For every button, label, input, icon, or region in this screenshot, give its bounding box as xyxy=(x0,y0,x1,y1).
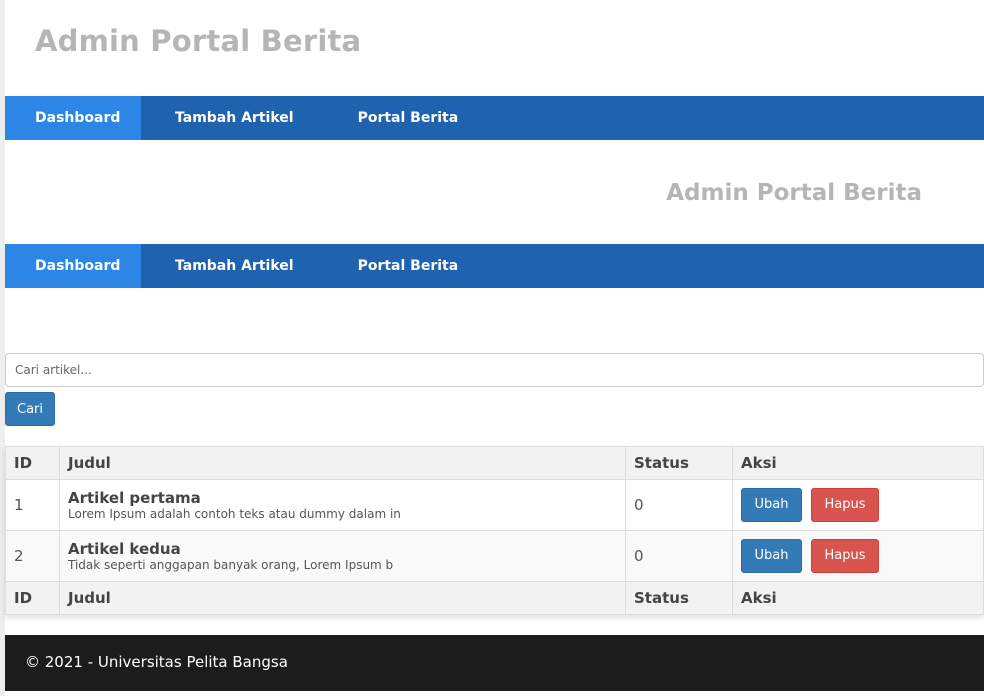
table-footer-row: ID Judul Status Aksi xyxy=(5,581,984,615)
article-title: Artikel kedua xyxy=(68,539,181,558)
footer-copyright: © 2021 - Universitas Pelita Bangsa xyxy=(25,653,288,671)
delete-button[interactable]: Hapus xyxy=(811,539,879,573)
site-title: Admin Portal Berita xyxy=(35,24,362,58)
footer-id: ID xyxy=(5,581,60,615)
page-container: Admin Portal Berita Dashboard Tambah Art… xyxy=(5,0,984,696)
footer-status: Status xyxy=(625,581,733,615)
article-table-wrapper: ID Judul Status Aksi 1 Artikel pertama L… xyxy=(5,446,984,615)
search-input[interactable] xyxy=(5,353,984,387)
nav-item-tambah-artikel[interactable]: Tambah Artikel xyxy=(175,96,294,140)
footer-aksi: Aksi xyxy=(732,581,984,615)
nav2-item-tambah-artikel[interactable]: Tambah Artikel xyxy=(175,244,294,288)
delete-button[interactable]: Hapus xyxy=(811,488,879,522)
header-id: ID xyxy=(5,446,60,480)
table-row: 1 Artikel pertama Lorem Ipsum adalah con… xyxy=(5,479,984,531)
cell-judul: Artikel kedua Tidak seperti anggapan ban… xyxy=(59,530,626,582)
cell-aksi: Ubah Hapus xyxy=(732,479,984,531)
site-header: Admin Portal Berita xyxy=(5,0,984,96)
article-excerpt: Lorem Ipsum adalah contoh teks atau dumm… xyxy=(68,506,401,521)
table-row: 2 Artikel kedua Tidak seperti anggapan b… xyxy=(5,530,984,582)
content-header: Admin Portal Berita xyxy=(5,140,984,244)
content-title: Admin Portal Berita xyxy=(666,180,922,206)
footer-judul: Judul xyxy=(59,581,626,615)
cell-status: 0 xyxy=(625,479,733,531)
edit-button[interactable]: Ubah xyxy=(741,488,802,522)
article-table: ID Judul Status Aksi 1 Artikel pertama L… xyxy=(5,446,984,615)
cell-judul: Artikel pertama Lorem Ipsum adalah conto… xyxy=(59,479,626,531)
cell-id: 1 xyxy=(5,479,60,531)
main-nav: Dashboard Tambah Artikel Portal Berita xyxy=(5,96,984,140)
article-title: Artikel pertama xyxy=(68,488,201,507)
nav2-item-portal-berita[interactable]: Portal Berita xyxy=(358,244,459,288)
nav-item-portal-berita[interactable]: Portal Berita xyxy=(358,96,459,140)
cell-aksi: Ubah Hapus xyxy=(732,530,984,582)
table-header-row: ID Judul Status Aksi xyxy=(5,446,984,480)
site-footer: © 2021 - Universitas Pelita Bangsa xyxy=(5,635,984,691)
search-button[interactable]: Cari xyxy=(5,392,55,426)
header-judul: Judul xyxy=(59,446,626,480)
article-excerpt: Tidak seperti anggapan banyak orang, Lor… xyxy=(68,557,394,572)
cell-status: 0 xyxy=(625,530,733,582)
nav-item-dashboard[interactable]: Dashboard xyxy=(5,96,141,140)
header-status: Status xyxy=(625,446,733,480)
edit-button[interactable]: Ubah xyxy=(741,539,802,573)
nav2-item-dashboard[interactable]: Dashboard xyxy=(5,244,141,288)
secondary-nav: Dashboard Tambah Artikel Portal Berita xyxy=(5,244,984,288)
header-aksi: Aksi xyxy=(732,446,984,480)
cell-id: 2 xyxy=(5,530,60,582)
